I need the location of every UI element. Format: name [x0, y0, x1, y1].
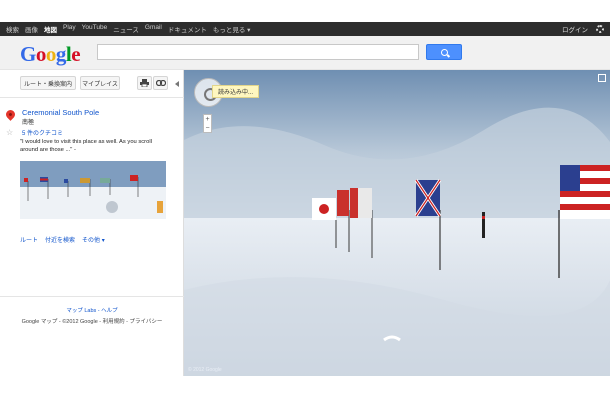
top-nav-item[interactable]: ドキュメント [168, 24, 207, 34]
map-pin-icon [4, 108, 17, 121]
link-button[interactable] [153, 76, 168, 90]
top-nav-item[interactable]: Play [63, 24, 76, 34]
reviews-link[interactable]: 5 件のクチコミ [22, 128, 63, 137]
logo-letter-4: g [55, 42, 67, 66]
star-icon[interactable]: ☆ [6, 128, 13, 137]
top-nav-item[interactable]: ニュース [113, 24, 139, 34]
footer-copyright: Google マップ - ©2012 Google - 利用規約 - プライバシ… [21, 319, 163, 325]
logo-letter-3: o [45, 42, 57, 66]
logo-letter-1: G [20, 42, 36, 66]
link-icon [155, 80, 166, 86]
collapse-panel-icon[interactable] [175, 81, 179, 87]
login-link[interactable]: ログイン [562, 24, 588, 34]
google-logo[interactable]: Google [20, 42, 81, 67]
panorama-scene [184, 70, 610, 376]
street-view-panorama[interactable]: + − © 2012 Google [184, 70, 610, 376]
more-link[interactable]: その他 ▾ [82, 235, 105, 244]
thumbnail-scene [20, 161, 166, 219]
place-action-links: ルート 付近を検索 その他 ▾ [20, 235, 105, 244]
my-places-button[interactable]: マイプレイス [80, 76, 120, 90]
panorama-copyright: © 2012 Google [188, 367, 222, 373]
top-nav-item[interactable]: 検索 [6, 24, 19, 34]
divider [0, 97, 184, 98]
place-subtitle: 南極 [22, 120, 35, 126]
browser-frame: 検索 画像 地図 Play YouTube ニュース Gmail ドキュメント もっと見る ▾ … [0, 22, 610, 376]
review-quote: "I would love to visit this place as wel… [20, 139, 152, 153]
top-nav-item[interactable]: もっと見る ▾ [213, 24, 251, 34]
print-button[interactable] [137, 76, 152, 90]
gear-icon[interactable] [596, 25, 604, 33]
route-link[interactable]: ルート [20, 235, 38, 244]
logo-letter-2: o [35, 42, 47, 66]
top-nav-bar: 検索 画像 地図 Play YouTube ニュース Gmail ドキュメント もっと見る ▾ … [0, 22, 610, 36]
route-button[interactable]: ルート・乗換案内 [20, 76, 76, 90]
zoom-out-button[interactable]: − [204, 124, 211, 133]
place-title[interactable]: Ceremonial South Pole [22, 108, 99, 117]
search-nearby-link[interactable]: 付近を検索 [45, 235, 75, 244]
zoom-in-button[interactable]: + [204, 115, 211, 124]
loading-tooltip: 読み込み中... [212, 85, 260, 98]
street-view-thumbnail[interactable] [20, 161, 166, 219]
search-icon [440, 48, 448, 56]
top-nav-item[interactable]: Gmail [145, 24, 162, 34]
top-nav-item[interactable]: YouTube [82, 24, 108, 34]
expand-icon[interactable] [598, 74, 606, 82]
left-panel: ルート・乗換案内 マイプレイス ☆ Ceremonial South Pole … [0, 70, 184, 376]
top-nav-item[interactable]: 画像 [25, 24, 38, 34]
header: Google [0, 36, 610, 70]
logo-letter-6: e [71, 42, 81, 66]
search-input[interactable] [97, 44, 419, 60]
divider [0, 296, 184, 297]
zoom-control[interactable]: + − [203, 114, 212, 133]
search-button[interactable] [426, 44, 462, 60]
print-icon [140, 79, 149, 87]
top-nav-item[interactable]: 地図 [44, 24, 57, 34]
top-nav-right: ログイン [562, 22, 604, 36]
footer-links[interactable]: マップ Labs - ヘルプ [0, 306, 184, 314]
top-nav-links: 検索 画像 地図 Play YouTube ニュース Gmail ドキュメント もっと見る ▾ [6, 24, 250, 34]
